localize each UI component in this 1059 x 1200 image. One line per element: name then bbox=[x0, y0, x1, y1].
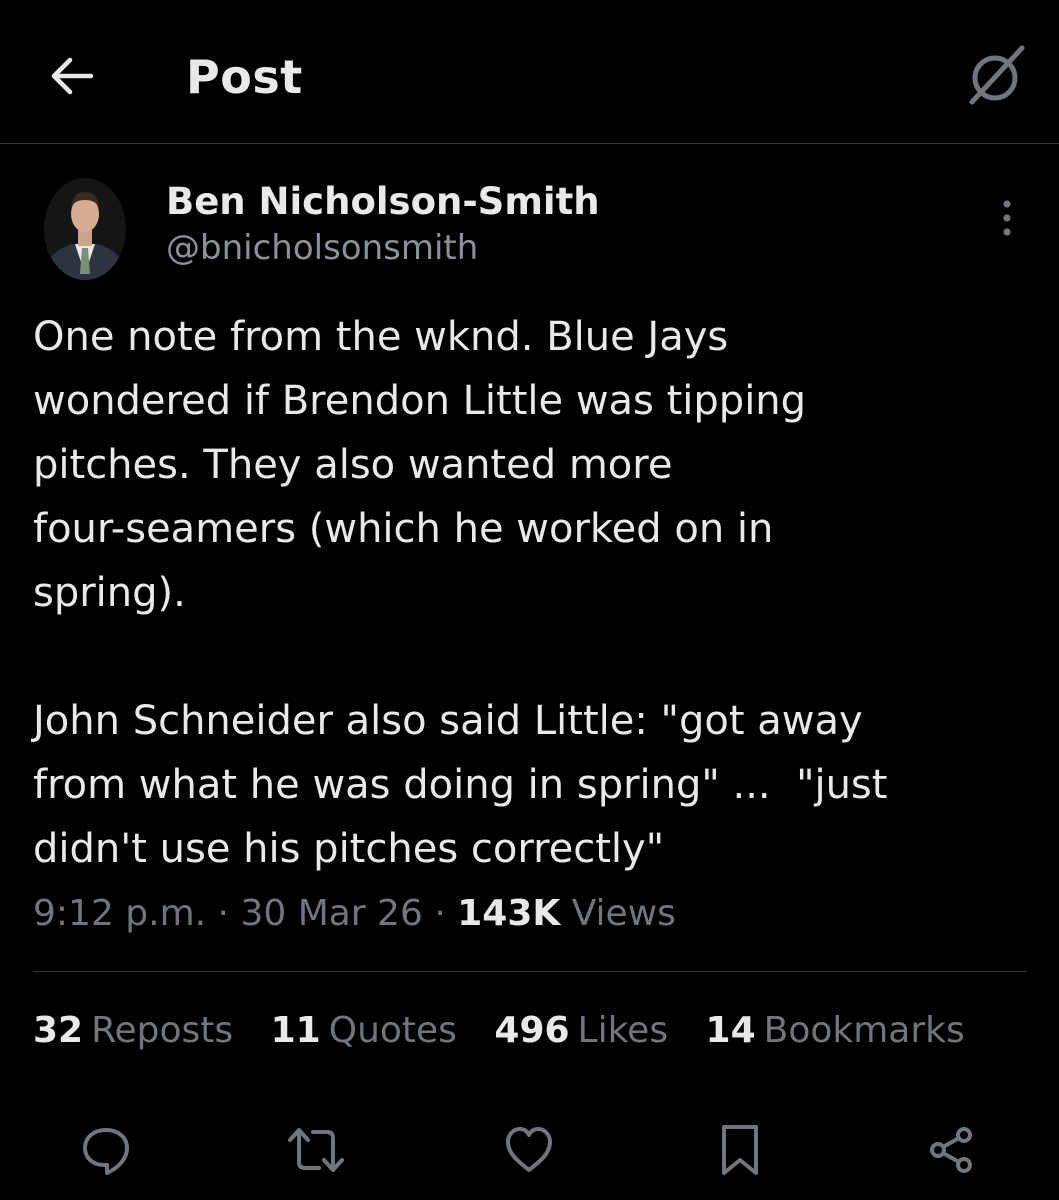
action-bar bbox=[0, 1110, 1059, 1190]
repost-button[interactable] bbox=[280, 1110, 352, 1190]
grok-button[interactable] bbox=[962, 40, 1032, 110]
likes-stat[interactable]: 496 Likes bbox=[494, 1010, 668, 1051]
divider bbox=[33, 971, 1027, 972]
bookmark-icon bbox=[722, 1125, 758, 1175]
top-bar: Post bbox=[0, 0, 1059, 144]
views-label[interactable]: Views bbox=[572, 893, 676, 934]
post-time[interactable]: 9:12 p.m. bbox=[33, 893, 206, 934]
quotes-stat[interactable]: 11 Quotes bbox=[271, 1010, 457, 1051]
page-title: Post bbox=[186, 50, 303, 104]
views-count[interactable]: 143K bbox=[457, 893, 560, 934]
more-options-button[interactable] bbox=[990, 196, 1024, 240]
share-button[interactable] bbox=[915, 1110, 987, 1190]
grok-icon bbox=[969, 45, 1025, 105]
engagement-stats: 32 Reposts 11 Quotes 496 Likes 14 Bookmarks bbox=[33, 1010, 991, 1051]
bookmarks-label: Bookmarks bbox=[763, 1010, 965, 1051]
bookmarks-stat[interactable]: 14 Bookmarks bbox=[706, 1010, 965, 1051]
avatar[interactable] bbox=[44, 178, 126, 280]
bookmark-button[interactable] bbox=[704, 1110, 776, 1190]
like-button[interactable] bbox=[493, 1110, 565, 1190]
more-vertical-icon bbox=[1003, 200, 1011, 236]
quotes-count: 11 bbox=[270, 1010, 321, 1051]
reposts-label: Reposts bbox=[91, 1010, 234, 1051]
share-icon bbox=[930, 1127, 972, 1173]
quotes-label: Quotes bbox=[328, 1010, 457, 1051]
back-button[interactable] bbox=[44, 48, 100, 104]
reposts-stat[interactable]: 32 Reposts bbox=[33, 1010, 233, 1051]
post-text: One note from the wknd. Blue Jays wonder… bbox=[33, 314, 888, 872]
like-icon bbox=[506, 1127, 552, 1172]
reposts-count: 32 bbox=[33, 1010, 84, 1051]
author-handle[interactable]: @bnicholsonsmith bbox=[166, 228, 478, 268]
meta-separator: · bbox=[422, 893, 458, 934]
reply-button[interactable] bbox=[70, 1110, 142, 1190]
bookmarks-count: 14 bbox=[705, 1010, 756, 1051]
arrow-left-icon bbox=[51, 57, 94, 95]
repost-icon bbox=[288, 1128, 344, 1172]
avatar-photo bbox=[44, 178, 126, 280]
likes-label: Likes bbox=[577, 1010, 669, 1051]
meta-separator: · bbox=[206, 893, 241, 934]
post-metadata: 9:12 p.m. · 30 Mar 26 · 143K Views bbox=[33, 893, 676, 934]
reply-icon bbox=[83, 1128, 129, 1175]
post-date[interactable]: 30 Mar 26 bbox=[240, 893, 422, 934]
author-name[interactable]: Ben Nicholson-Smith bbox=[166, 180, 600, 223]
likes-count: 496 bbox=[494, 1010, 570, 1051]
